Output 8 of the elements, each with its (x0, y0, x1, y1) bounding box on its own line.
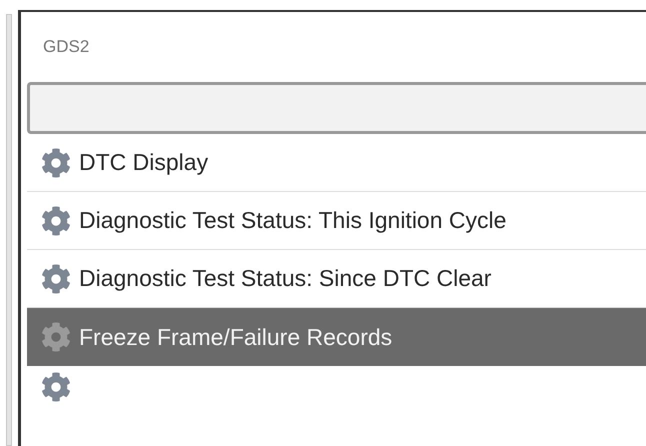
window-title: GDS2 (43, 36, 90, 58)
gear-icon (41, 148, 71, 178)
gear-icon (41, 322, 71, 352)
gear-icon (41, 206, 71, 236)
menu-item[interactable]: Freeze Frame/Failure Records (27, 308, 646, 366)
gear-icon (41, 264, 71, 294)
gear-icon (41, 372, 71, 402)
scrollbar[interactable] (6, 14, 12, 446)
